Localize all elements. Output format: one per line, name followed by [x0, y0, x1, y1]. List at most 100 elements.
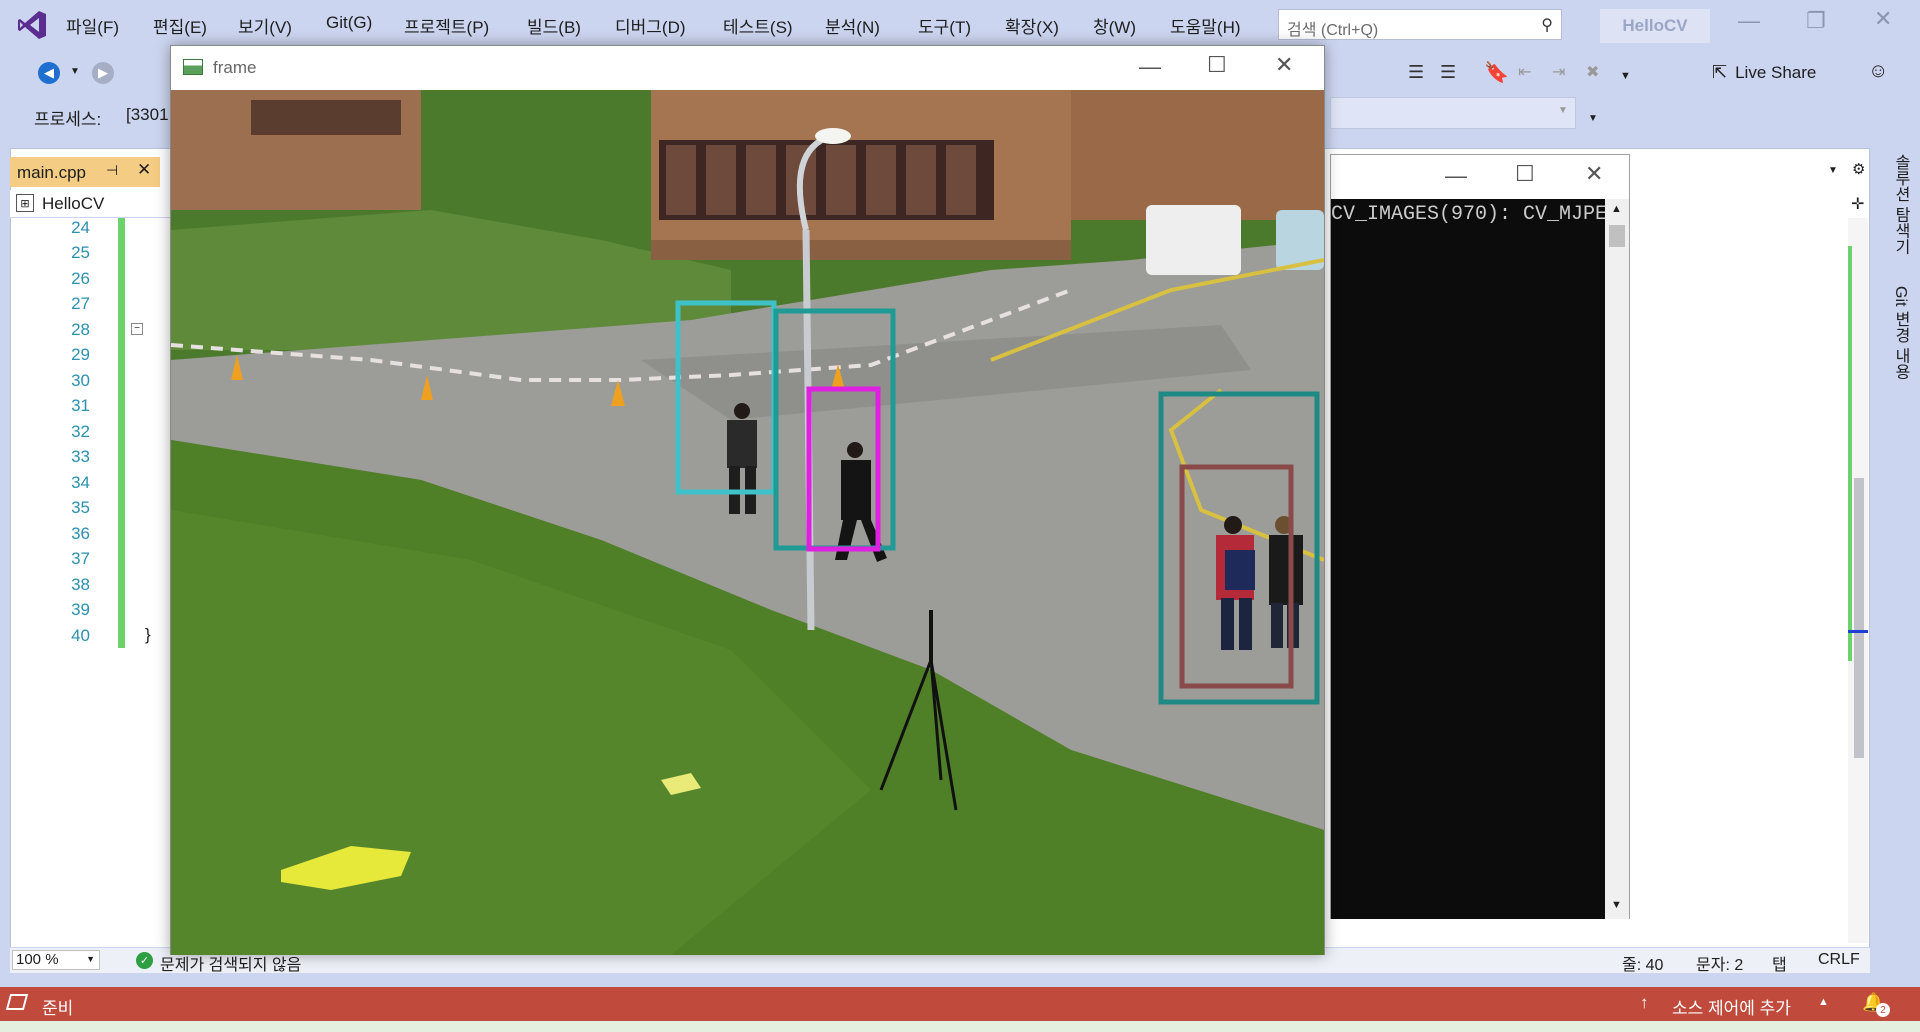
menu-bar: 파일(F) 편집(E) 보기(V) Git(G) 프로젝트(P) 빌드(B) 디… — [0, 0, 1920, 50]
search-icon: ⚲ — [1541, 17, 1553, 34]
line-number: 30 — [71, 371, 90, 390]
maximize-icon[interactable]: ☐ — [1515, 161, 1535, 187]
bookmark-icon[interactable]: 🔖 — [1484, 60, 1509, 85]
menu-test[interactable]: 테스트(S) — [723, 13, 793, 38]
menu-project[interactable]: 프로젝트(P) — [404, 13, 489, 38]
right-tool-strip: 솔루션 탐색기 Git 변경 내용 — [1876, 148, 1920, 973]
check-icon: ✓ — [136, 952, 153, 969]
forward-icon[interactable]: ▶ — [92, 62, 114, 84]
feedback-icon[interactable]: ☺ — [1868, 60, 1888, 83]
share-icon: ⇱ — [1712, 62, 1728, 82]
chevron-down-icon[interactable]: ▼ — [70, 66, 80, 77]
minimize-icon[interactable]: — — [1738, 8, 1760, 34]
close-icon[interactable]: ✕ — [137, 160, 151, 180]
bookmark-prev-icon[interactable]: ⇤ — [1518, 62, 1531, 82]
frame-window[interactable]: frame — ☐ ✕ — [170, 45, 1325, 955]
navigation-bar[interactable]: ⊞ HelloCV — [10, 190, 180, 218]
line-number: 38 — [71, 575, 90, 594]
git-changes-tab[interactable]: Git 변경 내용 — [1888, 286, 1912, 379]
process-dropdown[interactable]: [3301 — [126, 105, 169, 125]
close-icon[interactable]: ✕ — [1874, 6, 1892, 32]
chevron-down-icon: ▼ — [86, 954, 95, 964]
close-icon[interactable]: ✕ — [1275, 52, 1293, 78]
zoom-dropdown[interactable]: 100 % ▼ — [12, 950, 100, 970]
process-label: 프로세스: — [34, 110, 102, 129]
menu-analyze[interactable]: 분석(N) — [825, 13, 880, 38]
split-icon[interactable]: ✛ — [1851, 194, 1864, 214]
line-indicator[interactable]: 줄: 40 — [1622, 951, 1663, 975]
pin-icon[interactable]: ⊣ — [106, 162, 118, 179]
toolbar-overflow-icon[interactable]: ▼ — [1588, 113, 1598, 124]
minimize-icon[interactable]: — — [1445, 163, 1467, 189]
menu-help[interactable]: 도움말(H) — [1170, 13, 1241, 38]
line-number: 36 — [71, 524, 90, 543]
line-number: 31 — [71, 396, 90, 415]
line-number: 34 — [71, 473, 90, 492]
editor-scrollbar[interactable] — [1848, 218, 1868, 943]
taskbar-strip — [0, 1021, 1920, 1032]
menu-window[interactable]: 창(W) — [1093, 13, 1136, 38]
source-control-button[interactable]: 소스 제어에 추가 — [1672, 994, 1791, 1019]
ready-label: 준비 — [42, 999, 74, 1018]
back-icon[interactable]: ◀ — [38, 62, 60, 84]
menu-build[interactable]: 빌드(B) — [527, 13, 581, 38]
tab-indicator[interactable]: 탭 — [1772, 951, 1787, 975]
menu-git[interactable]: Git(G) — [326, 13, 372, 33]
console-text: CV_IMAGES(970): CV_MJPE — [1331, 203, 1605, 226]
frame-titlebar[interactable]: frame — ☐ ✕ — [171, 46, 1324, 90]
bookmark-next-icon[interactable]: ⇥ — [1552, 62, 1565, 82]
video-frame — [171, 90, 1324, 955]
project-badge: HelloCV — [1600, 9, 1710, 43]
eol-indicator[interactable]: CRLF — [1818, 951, 1860, 969]
restore-icon[interactable]: ❐ — [1806, 8, 1826, 34]
code-line-40: } — [145, 625, 151, 644]
solution-explorer-tab[interactable]: 솔루션 탐색기 — [1888, 154, 1912, 254]
bookmark-clear-icon[interactable]: ✖ — [1586, 62, 1599, 82]
collapse-icon[interactable]: − — [131, 323, 143, 335]
menu-edit[interactable]: 편집(E) — [153, 13, 207, 38]
console-scrollbar[interactable]: ▲ ▼ — [1605, 199, 1629, 919]
line-number: 35 — [71, 498, 90, 517]
minimize-icon[interactable]: — — [1139, 54, 1161, 80]
outdent-icon[interactable]: ☰ — [1440, 62, 1456, 83]
char-indicator[interactable]: 문자: 2 — [1696, 951, 1743, 975]
line-number: 26 — [71, 269, 90, 288]
line-number: 28 — [71, 320, 90, 339]
console-window[interactable]: — ☐ ✕ CV_IMAGES(970): CV_MJPE ▲ ▼ — [1330, 154, 1630, 919]
chevron-up-icon[interactable]: ▲ — [1611, 203, 1622, 215]
menu-debug[interactable]: 디버그(D) — [615, 13, 686, 38]
chevron-up-icon[interactable]: ▲ — [1818, 996, 1829, 1008]
chevron-down-icon[interactable]: ▼ — [1611, 899, 1622, 911]
tab-main-cpp[interactable]: main.cpp ⊣ ✕ — [10, 157, 160, 187]
chevron-down-icon[interactable]: ▼ — [1558, 105, 1568, 116]
menu-view[interactable]: 보기(V) — [238, 13, 292, 38]
live-share-label: Live Share — [1735, 62, 1817, 82]
scrollbar-thumb[interactable] — [1854, 478, 1864, 758]
line-number: 27 — [71, 294, 90, 313]
menu-extensions[interactable]: 확장(X) — [1005, 13, 1059, 38]
menu-tools[interactable]: 도구(T) — [918, 13, 971, 38]
nav-project-label: HelloCV — [42, 194, 105, 213]
arrow-up-icon[interactable]: ↑ — [1640, 993, 1649, 1013]
search-input[interactable]: 검색 (Ctrl+Q) ⚲ — [1278, 9, 1562, 40]
menu-file[interactable]: 파일(F) — [66, 13, 119, 38]
maximize-icon[interactable]: ☐ — [1207, 52, 1227, 78]
scrollbar-thumb[interactable] — [1609, 225, 1625, 247]
project-icon: ⊞ — [16, 194, 34, 212]
toolbar-overflow-icon[interactable]: ▼ — [1620, 70, 1631, 82]
line-number: 33 — [71, 447, 90, 466]
process-dropdown-right[interactable] — [1330, 97, 1576, 129]
close-icon[interactable]: ✕ — [1585, 161, 1603, 187]
line-number: 37 — [71, 549, 90, 568]
visual-studio-logo-icon — [14, 8, 50, 42]
search-placeholder: 검색 (Ctrl+Q) — [1287, 22, 1379, 39]
line-number: 39 — [71, 600, 90, 619]
change-tracking-bar — [118, 218, 125, 648]
notification-count: 2 — [1876, 1003, 1890, 1017]
settings-icon[interactable]: ⚙ — [1852, 160, 1865, 178]
indent-icon[interactable]: ☰ — [1408, 62, 1424, 83]
live-share-button[interactable]: ⇱ Live Share — [1712, 62, 1816, 83]
chevron-down-icon[interactable]: ▼ — [1828, 165, 1838, 176]
frame-title: frame — [213, 58, 257, 77]
console-output[interactable]: CV_IMAGES(970): CV_MJPE — [1331, 199, 1605, 919]
